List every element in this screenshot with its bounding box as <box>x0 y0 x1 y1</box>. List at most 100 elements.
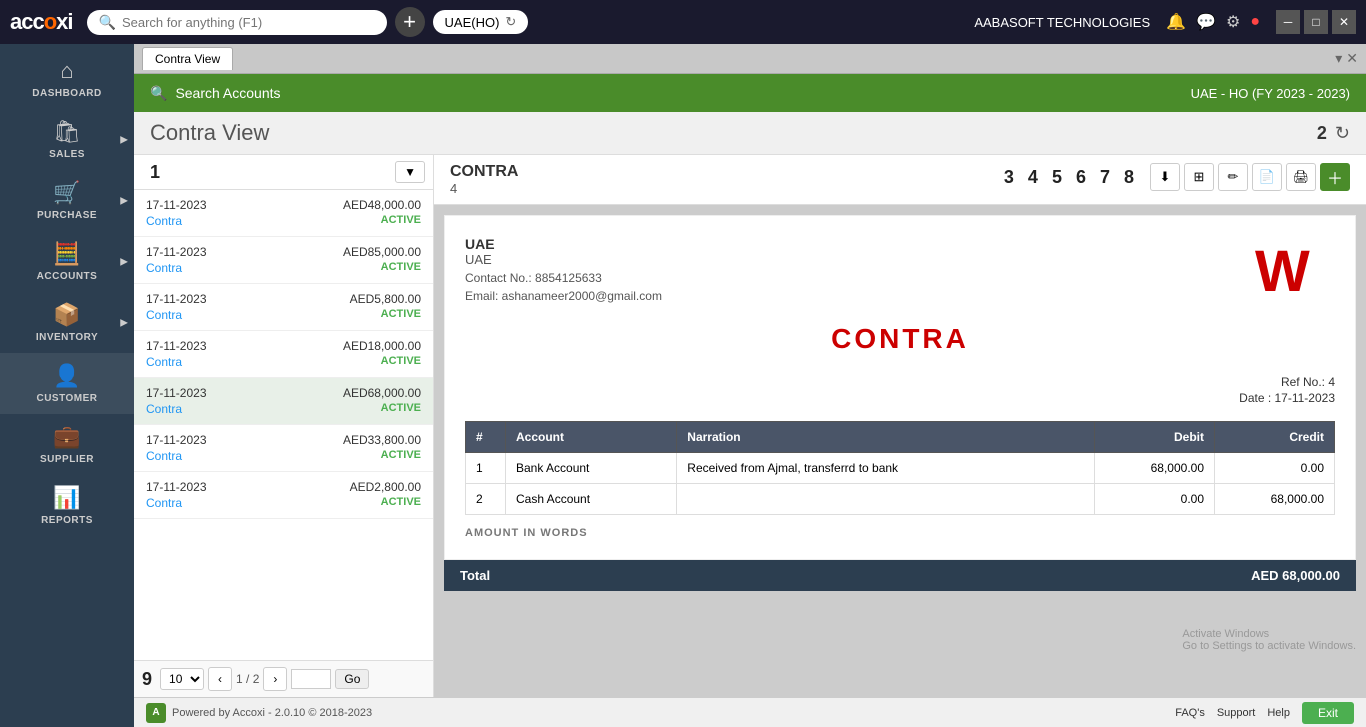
col-account: Account <box>506 422 677 453</box>
content-area: Contra View ▾ ✕ 🔍 Search Accounts UAE - … <box>134 44 1366 727</box>
add-new-button[interactable]: ＋ <box>1320 163 1350 191</box>
doc-ref-no: Ref No.: 4 <box>465 375 1335 389</box>
list-item-status: ACTIVE <box>381 402 421 416</box>
print-button[interactable]: 🖨 <box>1286 163 1316 191</box>
close-button[interactable]: ✕ <box>1332 10 1356 34</box>
page-refresh-button[interactable]: ↻ <box>1335 123 1350 144</box>
badge-8: 8 <box>1124 167 1134 188</box>
sidebar-item-customer[interactable]: 👤 CUSTOMER <box>0 353 134 414</box>
sidebar-label-accounts: ACCOUNTS <box>37 271 98 282</box>
footer-powered-by: Powered by Accoxi - 2.0.10 © 2018-2023 <box>172 707 372 719</box>
inventory-icon: 📦 <box>53 302 80 328</box>
col-num: # <box>466 422 506 453</box>
list-item[interactable]: 17-11-2023 AED48,000.00 Contra ACTIVE <box>134 190 433 237</box>
cell-narration <box>677 484 1095 515</box>
contra-num: 4 <box>450 181 518 196</box>
minimize-button[interactable]: ─ <box>1276 10 1300 34</box>
sidebar-label-dashboard: DASHBOARD <box>32 88 102 99</box>
list-item-status: ACTIVE <box>381 261 421 275</box>
help-link[interactable]: Help <box>1267 707 1290 719</box>
list-item-date: 17-11-2023 <box>146 245 207 259</box>
sidebar-item-reports[interactable]: 📊 REPORTS <box>0 475 134 536</box>
svg-text:W: W <box>1255 239 1310 296</box>
list-item[interactable]: 17-11-2023 AED68,000.00 Contra ACTIVE <box>134 378 433 425</box>
col-narration: Narration <box>677 422 1095 453</box>
list-item[interactable]: 17-11-2023 AED18,000.00 Contra ACTIVE <box>134 331 433 378</box>
topbar-icons: 🔔 💬 ⚙ ● <box>1166 12 1260 32</box>
filter-icon: ▼ <box>404 165 416 179</box>
supplier-icon: 💼 <box>53 424 80 450</box>
page-title-actions: 2 ↻ <box>1317 123 1350 144</box>
window-controls: ─ □ ✕ <box>1276 10 1356 34</box>
next-page-button[interactable]: › <box>263 667 287 691</box>
list-item[interactable]: 17-11-2023 AED85,000.00 Contra ACTIVE <box>134 237 433 284</box>
sales-arrow: ▶ <box>120 134 128 145</box>
list-item-date: 17-11-2023 <box>146 480 207 494</box>
sidebar-label-purchase: PURCHASE <box>37 210 97 221</box>
doc-table: # Account Narration Debit Credit 1 <box>465 421 1335 515</box>
message-icon[interactable]: 💬 <box>1196 12 1216 32</box>
tab-close-button[interactable]: ✕ <box>1346 50 1358 67</box>
page-jump-input[interactable] <box>291 669 331 689</box>
sidebar-label-supplier: SUPPLIER <box>40 454 94 465</box>
list-item-date: 17-11-2023 <box>146 198 207 212</box>
bell-icon[interactable]: 🔔 <box>1166 12 1186 32</box>
sidebar-item-accounts[interactable]: 🧮 ACCOUNTS ▶ <box>0 231 134 292</box>
reports-icon: 📊 <box>53 485 80 511</box>
tab-contra-view[interactable]: Contra View <box>142 47 233 70</box>
maximize-button[interactable]: □ <box>1304 10 1328 34</box>
faq-link[interactable]: FAQ's <box>1175 707 1205 719</box>
support-link[interactable]: Support <box>1217 707 1256 719</box>
main-layout: ⌂ DASHBOARD 🛍 SALES ▶ 🛒 PURCHASE ▶ 🧮 ACC… <box>0 44 1366 727</box>
doc-contact: Contact No.: 8854125633 <box>465 271 662 285</box>
sidebar-item-sales[interactable]: 🛍 SALES ▶ <box>0 109 134 170</box>
tab-pin-button[interactable]: ▾ <box>1335 50 1342 67</box>
total-label: Total <box>460 568 490 583</box>
list-panel: 1 ▼ 17-11-2023 AED48,000.00 Contra <box>134 155 434 697</box>
prev-page-button[interactable]: ‹ <box>208 667 232 691</box>
search-accounts-btn[interactable]: 🔍 Search Accounts <box>150 85 281 102</box>
user-icon[interactable]: ● <box>1250 13 1260 31</box>
sidebar-label-customer: CUSTOMER <box>36 393 97 404</box>
sidebar-item-purchase[interactable]: 🛒 PURCHASE ▶ <box>0 170 134 231</box>
sidebar-item-dashboard[interactable]: ⌂ DASHBOARD <box>0 48 134 109</box>
detail-actions: 3 4 5 6 7 8 ⬇ ⊞ ✏ 📄 🖨 ＋ <box>1004 163 1350 191</box>
list-item[interactable]: 17-11-2023 AED5,800.00 Contra ACTIVE <box>134 284 433 331</box>
doc-company-name: UAE <box>465 236 662 252</box>
go-button[interactable]: Go <box>335 669 369 689</box>
footer-logo: A Powered by Accoxi - 2.0.10 © 2018-2023 <box>146 703 372 723</box>
refresh-icon[interactable]: ↻ <box>505 14 516 30</box>
list-item-status: ACTIVE <box>381 449 421 463</box>
sidebar-label-sales: SALES <box>49 149 85 160</box>
search-accounts-icon: 🔍 <box>150 85 167 102</box>
gear-icon[interactable]: ⚙ <box>1226 12 1240 32</box>
total-amount: AED 68,000.00 <box>1251 568 1340 583</box>
doc-date: Date : 17-11-2023 <box>465 391 1335 405</box>
list-item-status: ACTIVE <box>381 214 421 228</box>
list-item[interactable]: 17-11-2023 AED2,800.00 Contra ACTIVE <box>134 472 433 519</box>
filter-button[interactable]: ▼ <box>395 161 425 183</box>
edit-button[interactable]: ✏ <box>1218 163 1248 191</box>
list-items: 17-11-2023 AED48,000.00 Contra ACTIVE 17… <box>134 190 433 660</box>
list-item-amount: AED48,000.00 <box>343 198 421 212</box>
detail-header: CONTRA 4 3 4 5 6 7 8 ⬇ ⊞ <box>434 155 1366 205</box>
doc-logo-area: W <box>1255 236 1335 301</box>
pdf-button[interactable]: 📄 <box>1252 163 1282 191</box>
cell-account: Cash Account <box>506 484 677 515</box>
download-button[interactable]: ⬇ <box>1150 163 1180 191</box>
table-view-button[interactable]: ⊞ <box>1184 163 1214 191</box>
sidebar-item-supplier[interactable]: 💼 SUPPLIER <box>0 414 134 475</box>
company-pill[interactable]: UAE(HO) ↻ <box>433 10 529 34</box>
list-item[interactable]: 17-11-2023 AED33,800.00 Contra ACTIVE <box>134 425 433 472</box>
badge-4: 4 <box>1028 167 1038 188</box>
search-input[interactable] <box>122 15 375 30</box>
cell-debit: 68,000.00 <box>1095 453 1215 484</box>
amount-words-label: AMOUNT IN WORDS <box>465 527 1335 539</box>
search-bar[interactable]: 🔍 <box>87 10 387 35</box>
page-size-select[interactable]: 10 25 50 <box>160 668 204 690</box>
page-title: Contra View <box>150 120 269 146</box>
sidebar-item-inventory[interactable]: 📦 INVENTORY ▶ <box>0 292 134 353</box>
add-button[interactable]: + <box>395 7 425 37</box>
exit-button[interactable]: Exit <box>1302 702 1354 724</box>
doc-ref: Ref No.: 4 Date : 17-11-2023 <box>465 375 1335 405</box>
